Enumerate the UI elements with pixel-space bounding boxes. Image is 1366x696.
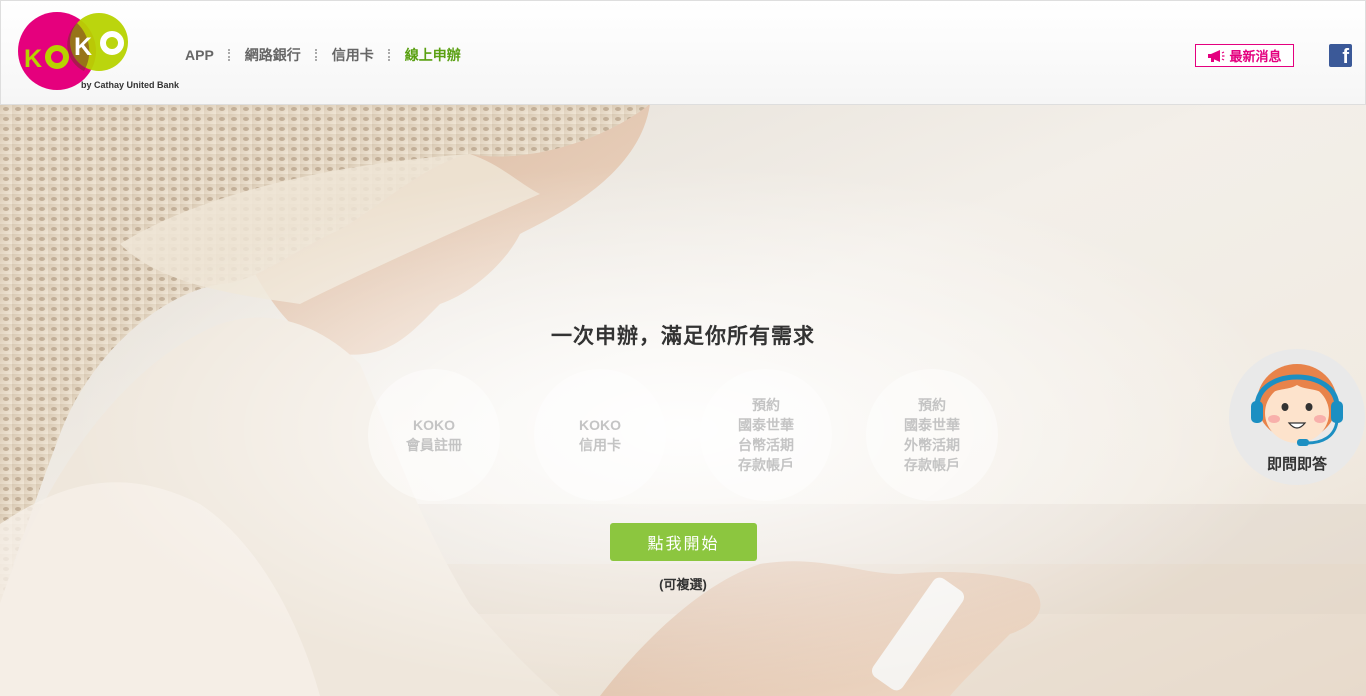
multi-select-note: (可複選) bbox=[659, 577, 707, 592]
facebook-icon[interactable]: f bbox=[1329, 44, 1352, 68]
application-options: KOKO 會員註冊 KOKO 信用卡 預約 國泰世華 台幣活期 存款帳戶 預約 … bbox=[368, 369, 1000, 501]
svg-text:K: K bbox=[74, 33, 92, 61]
option-line: 存款帳戶 bbox=[738, 457, 794, 473]
latest-news-label: 最新消息 bbox=[1229, 49, 1282, 64]
nav-divider bbox=[227, 49, 231, 61]
nav-divider bbox=[387, 49, 391, 61]
nav-divider bbox=[314, 49, 318, 61]
hero-section: 一次申辦，滿足你所有需求 KOKO 會員註冊 KOKO 信用卡 預約 國泰世華 … bbox=[0, 104, 1366, 696]
nav-online-application[interactable]: 線上申辦 bbox=[405, 45, 461, 65]
customer-service-avatar-icon bbox=[1251, 364, 1343, 446]
option-line: 外幣活期 bbox=[904, 437, 960, 453]
start-button[interactable]: 點我開始 bbox=[610, 523, 757, 561]
option-line: 國泰世華 bbox=[904, 417, 960, 433]
logo-tagline: by Cathay United Bank bbox=[81, 80, 180, 90]
option-line: 信用卡 bbox=[579, 437, 621, 453]
latest-news-button[interactable]: 最新消息 bbox=[1195, 44, 1294, 67]
option-twd-savings-account[interactable]: 預約 國泰世華 台幣活期 存款帳戶 bbox=[700, 369, 832, 501]
option-line: 國泰世華 bbox=[738, 417, 794, 433]
option-line: 預約 bbox=[918, 397, 946, 413]
main-nav: APP 網路銀行 信用卡 線上申辦 bbox=[185, 45, 461, 65]
site-header: K K by Cathay United Bank APP 網路銀行 信用卡 線… bbox=[0, 0, 1366, 105]
megaphone-icon bbox=[1208, 49, 1225, 62]
nav-online-banking[interactable]: 網路銀行 bbox=[245, 45, 301, 65]
option-line: 會員註冊 bbox=[406, 437, 462, 453]
instant-qa-chat-widget[interactable]: 即問即答 bbox=[1229, 349, 1365, 485]
nav-credit-card[interactable]: 信用卡 bbox=[332, 45, 374, 65]
koko-logo[interactable]: K K by Cathay United Bank bbox=[17, 11, 180, 95]
svg-text:K: K bbox=[24, 45, 42, 73]
option-koko-credit-card[interactable]: KOKO 信用卡 bbox=[534, 369, 666, 501]
option-line: 存款帳戶 bbox=[904, 457, 960, 473]
option-koko-member-registration[interactable]: KOKO 會員註冊 bbox=[368, 369, 500, 501]
option-line: KOKO bbox=[413, 417, 455, 433]
option-line: KOKO bbox=[579, 417, 621, 433]
option-line: 預約 bbox=[752, 397, 780, 413]
chat-label: 即問即答 bbox=[1266, 456, 1327, 473]
option-foreign-currency-savings-account[interactable]: 預約 國泰世華 外幣活期 存款帳戶 bbox=[866, 369, 998, 501]
nav-app[interactable]: APP bbox=[185, 47, 214, 63]
hero-title: 一次申辦，滿足你所有需求 bbox=[551, 325, 815, 348]
option-line: 台幣活期 bbox=[738, 437, 794, 453]
